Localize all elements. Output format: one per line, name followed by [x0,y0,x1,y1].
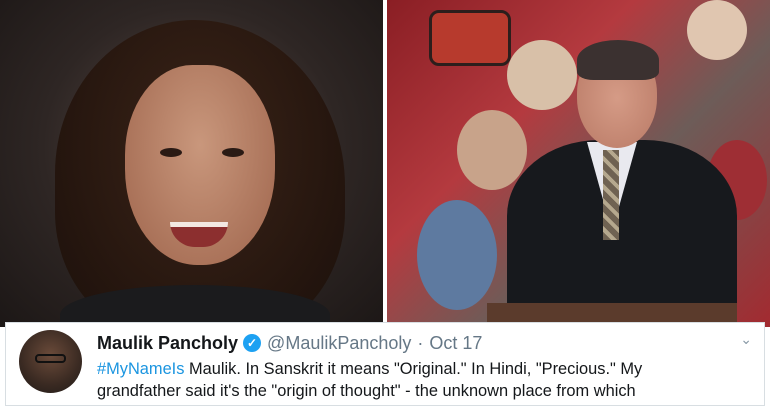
right-photo [387,0,770,327]
tweet-card[interactable]: Maulik Pancholy ✓ @MaulikPancholy · Oct … [5,322,765,406]
tweet-text: #MyNameIs Maulik. In Sanskrit it means "… [97,358,762,402]
tweet-line-2: grandfather said it's the "origin of tho… [97,382,636,400]
handle[interactable]: @MaulikPancholy [267,333,411,354]
tweet-header: Maulik Pancholy ✓ @MaulikPancholy · Oct … [97,331,482,355]
shirt-logo [429,10,511,66]
separator-dot: · [417,332,424,353]
hashtag-link[interactable]: #MyNameIs [97,360,184,378]
display-name[interactable]: Maulik Pancholy [97,333,238,354]
tweet-line-1-text: Maulik. In Sanskrit it means "Original."… [184,360,643,378]
tweet-line-1: #MyNameIs Maulik. In Sanskrit it means "… [97,358,762,380]
glasses-shape [35,354,66,363]
speaker-tie [603,150,619,240]
right-eye [222,148,244,157]
verified-badge-icon: ✓ [243,334,262,352]
crowd-person [457,110,527,190]
crowd-person [417,200,497,310]
speaker-hair [577,40,659,80]
left-photo [0,0,383,327]
crowd-person [507,40,577,110]
chevron-down-icon[interactable]: ⌄ [740,331,752,348]
left-eye [160,148,182,157]
tweet-date[interactable]: Oct 17 [429,333,482,354]
crowd-person [687,0,747,60]
avatar[interactable] [19,330,82,393]
